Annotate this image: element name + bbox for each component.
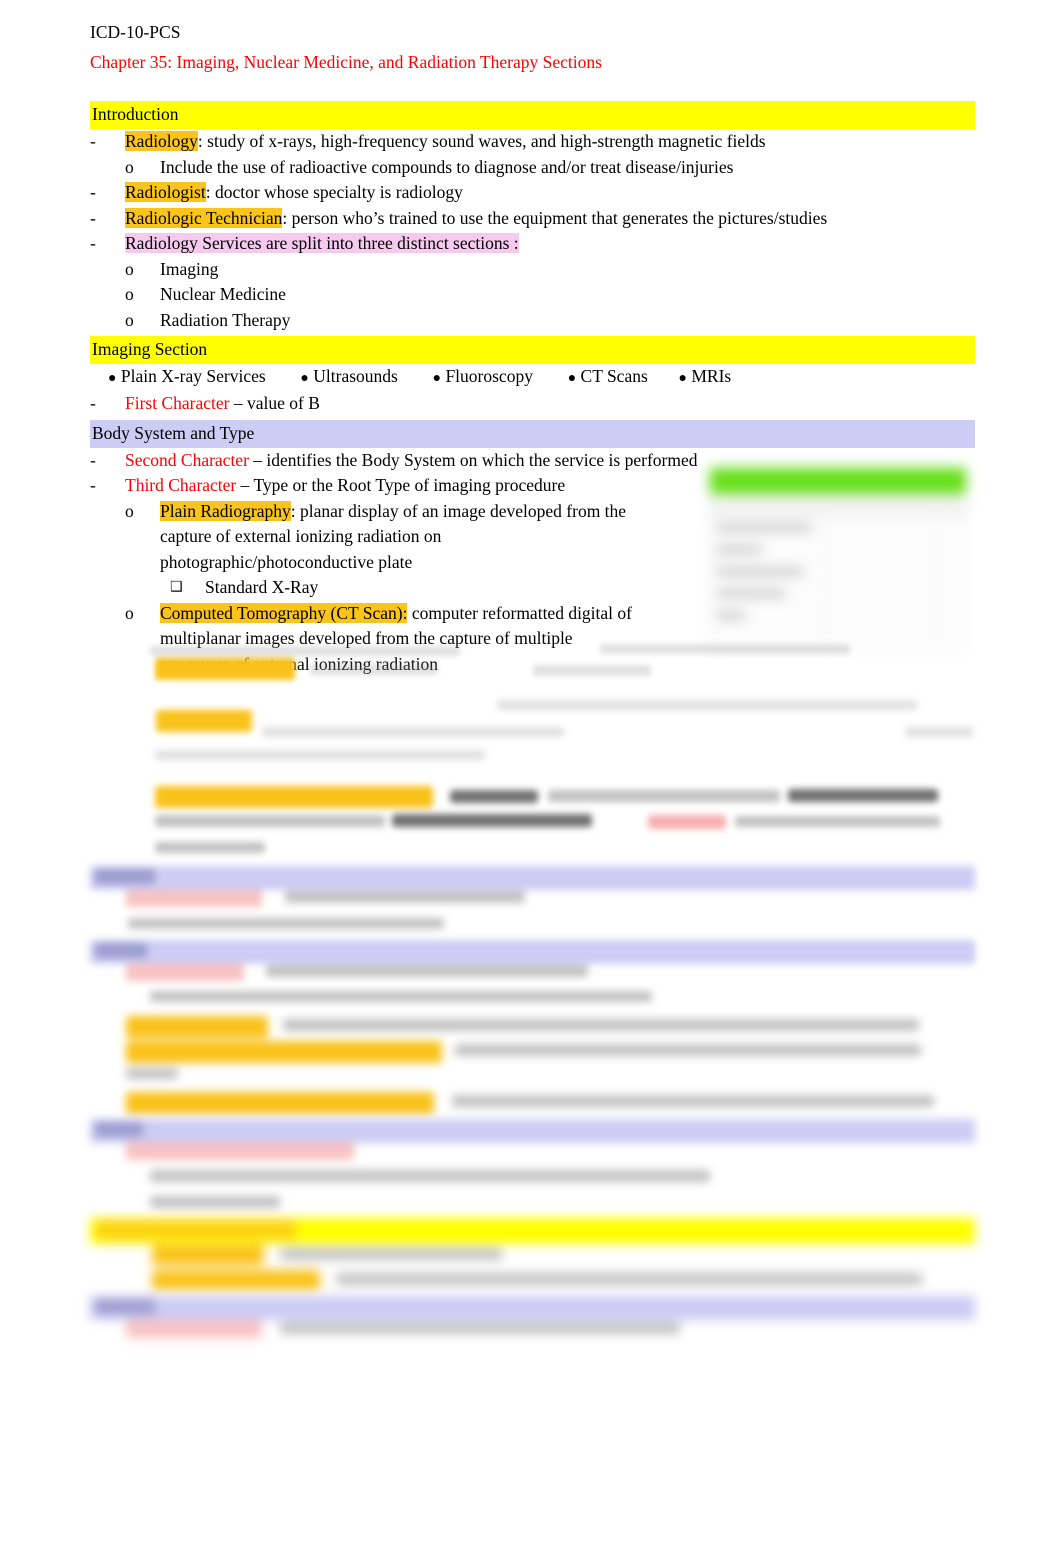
obscured-content-band <box>0 0 1062 1561</box>
document-page: ICD-10-PCS Chapter 35: Imaging, Nuclear … <box>0 0 1062 1561</box>
